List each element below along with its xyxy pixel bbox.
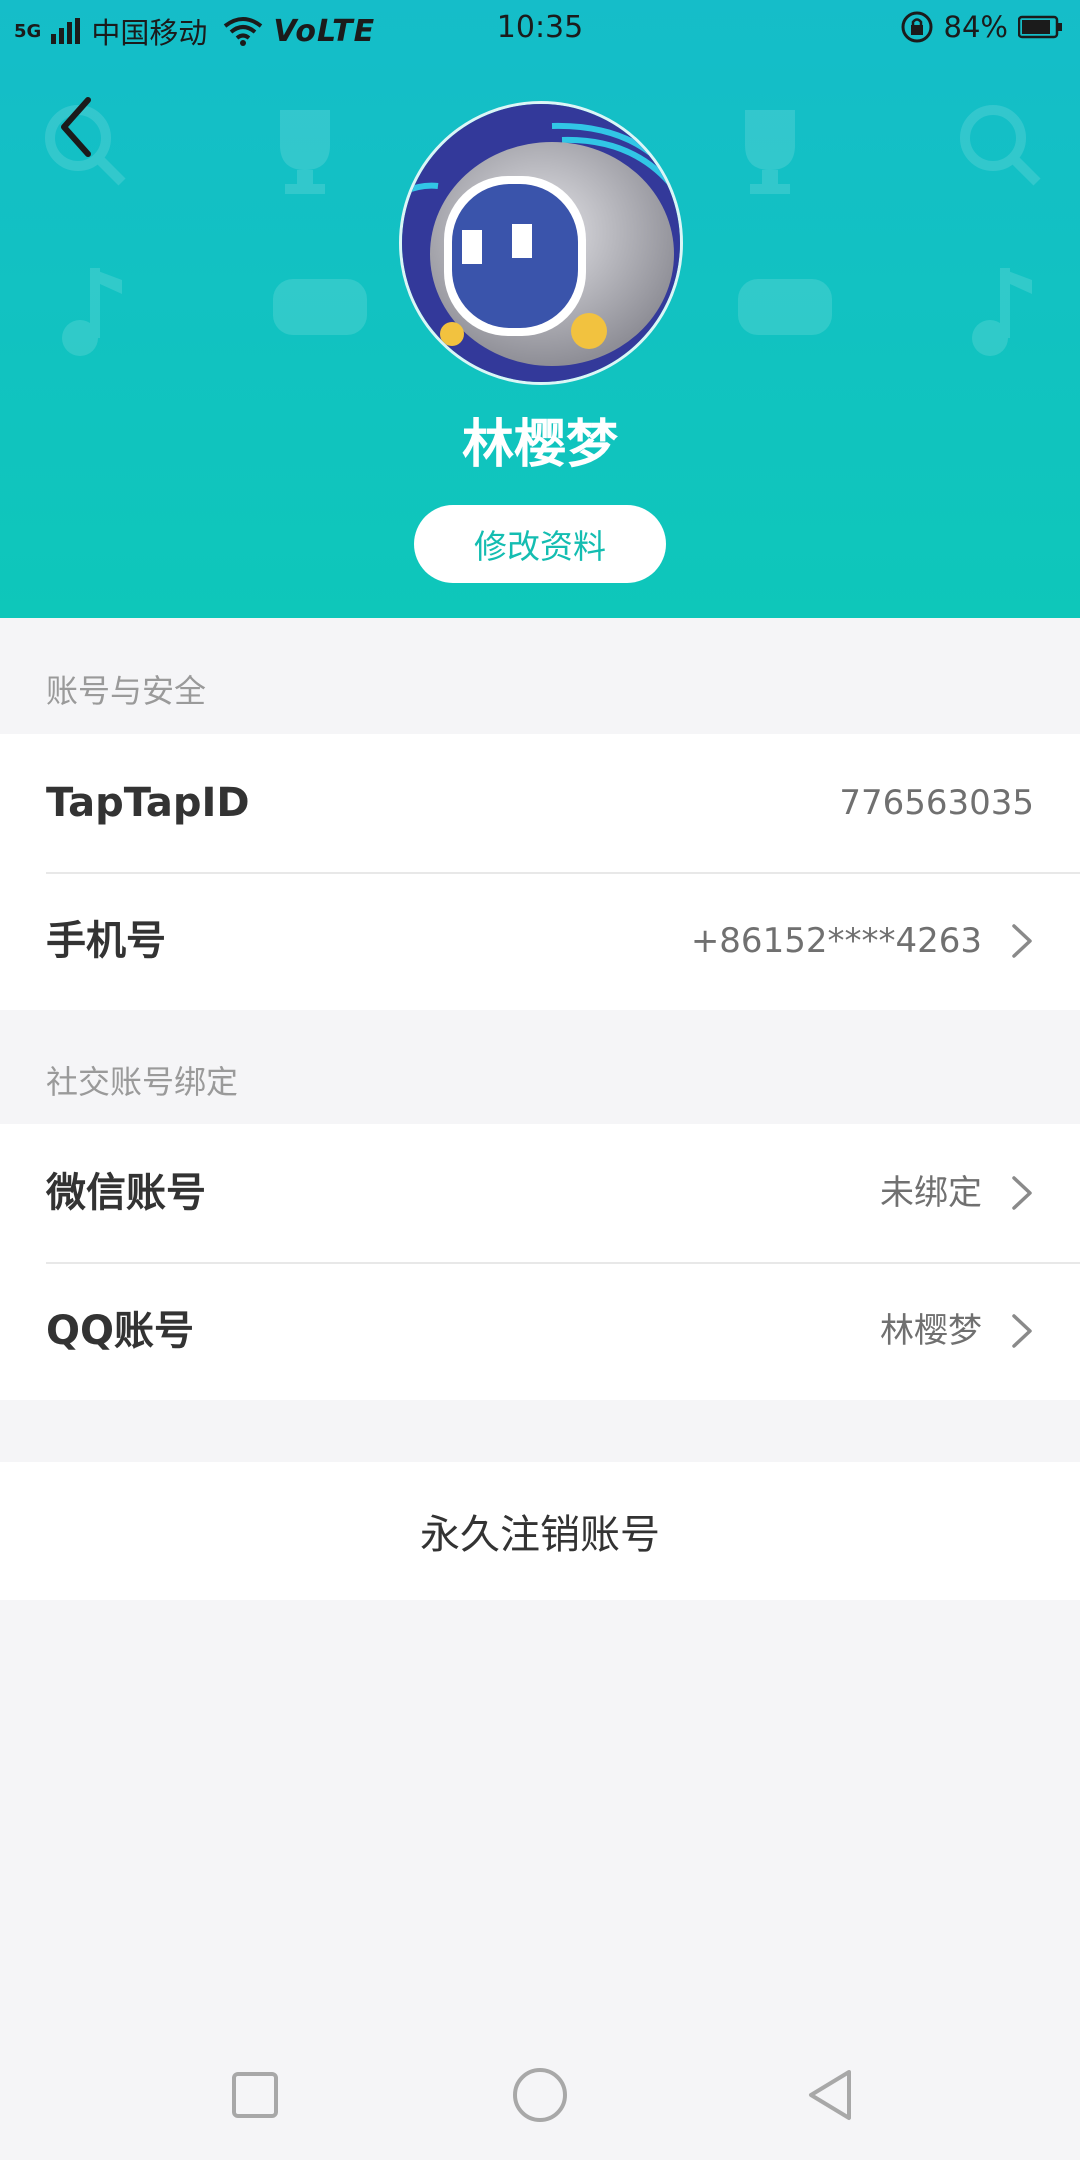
delete-account-button[interactable]: 永久注销账号 bbox=[0, 1462, 1080, 1600]
chevron-right-icon bbox=[1012, 1176, 1032, 1210]
trophy-pattern-icon bbox=[280, 110, 330, 194]
list-item-taptap-id[interactable]: TapTapID 776563035 bbox=[0, 734, 1080, 872]
section-title-account-security: 账号与安全 bbox=[46, 672, 207, 710]
account-security-card: TapTapID 776563035 手机号 +86152****4263 bbox=[0, 734, 1080, 1010]
battery-icon bbox=[1018, 15, 1062, 39]
row-label: QQ账号 bbox=[46, 1308, 195, 1354]
nav-back-icon[interactable] bbox=[795, 2060, 865, 2130]
battery-percent: 84% bbox=[943, 10, 1008, 44]
row-label: TapTapID bbox=[46, 780, 250, 826]
row-label: 手机号 bbox=[46, 918, 166, 964]
status-bar: 5G 中国移动 VoLTE 10:35 84% bbox=[0, 0, 1080, 56]
list-item-qq[interactable]: QQ账号 林樱梦 bbox=[0, 1262, 1080, 1400]
back-arrow-icon[interactable] bbox=[52, 92, 112, 162]
social-binding-card: 微信账号 未绑定 QQ账号 林樱梦 bbox=[0, 1124, 1080, 1400]
row-value: 林樱梦 bbox=[880, 1311, 982, 1351]
section-title-social-binding: 社交账号绑定 bbox=[46, 1063, 239, 1101]
chevron-right-icon bbox=[1012, 1314, 1032, 1348]
magnifier-pattern-icon bbox=[960, 105, 1041, 186]
gamepad-pattern-icon bbox=[273, 279, 367, 335]
list-item-wechat[interactable]: 微信账号 未绑定 bbox=[0, 1124, 1080, 1262]
trophy-pattern-icon bbox=[745, 110, 795, 194]
list-item-phone[interactable]: 手机号 +86152****4263 bbox=[0, 872, 1080, 1010]
avatar[interactable] bbox=[399, 101, 683, 385]
robot-avatar-image bbox=[402, 104, 680, 382]
row-value: 未绑定 bbox=[880, 1173, 982, 1213]
row-value: +86152****4263 bbox=[690, 921, 982, 961]
gamepad-pattern-icon bbox=[738, 279, 832, 335]
system-nav-bar bbox=[0, 2030, 1080, 2160]
row-value: 776563035 bbox=[839, 783, 1034, 823]
rotation-lock-icon bbox=[901, 11, 933, 43]
row-label: 微信账号 bbox=[46, 1170, 206, 1216]
nav-home-icon[interactable] bbox=[505, 2060, 575, 2130]
chevron-right-icon bbox=[1012, 924, 1032, 958]
profile-header: 5G 中国移动 VoLTE 10:35 84% 林樱梦 修改资料 bbox=[0, 0, 1080, 618]
edit-profile-button[interactable]: 修改资料 bbox=[414, 505, 666, 583]
music-note-pattern-icon bbox=[62, 268, 122, 356]
nav-recent-icon[interactable] bbox=[220, 2060, 290, 2130]
profile-nickname: 林樱梦 bbox=[461, 415, 618, 475]
music-note-pattern-icon bbox=[972, 268, 1032, 356]
